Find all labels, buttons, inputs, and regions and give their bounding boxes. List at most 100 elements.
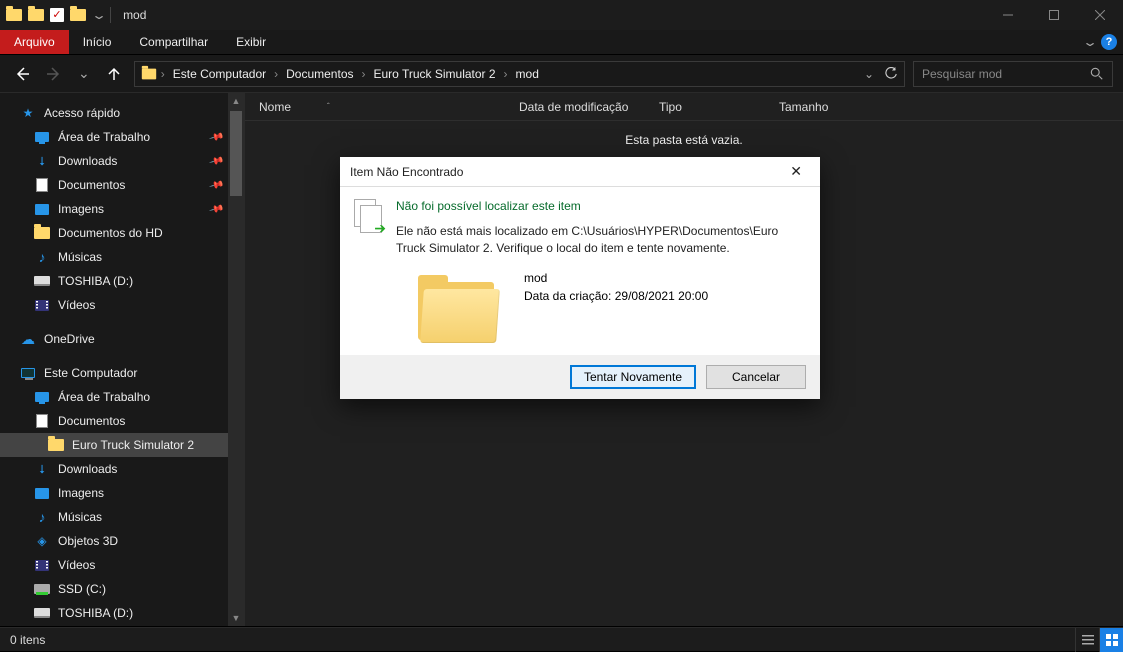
breadcrumb-item[interactable]: Este Computador [169,65,270,83]
search-input[interactable]: Pesquisar mod [913,61,1113,87]
sidebar-label: OneDrive [44,332,95,346]
sidebar-item-desktop[interactable]: Área de Trabalho [0,385,244,409]
sidebar-item-videos[interactable]: Vídeos [0,553,244,577]
sort-caret-icon: ˆ [327,102,330,111]
tab-view[interactable]: Exibir [222,30,280,54]
folder-icon[interactable] [70,9,86,21]
sidebar-item-images[interactable]: Imagens📌 [0,197,244,221]
address-bar[interactable]: › Este Computador › Documentos › Euro Tr… [134,61,905,87]
tab-home[interactable]: Início [69,30,126,54]
search-icon [1090,67,1104,81]
chevron-down-icon[interactable]: ⌄ [91,8,107,22]
scroll-up-icon[interactable]: ▲ [228,93,244,109]
drive-icon [34,273,50,289]
properties-icon[interactable]: ✓ [50,8,64,22]
sidebar-label: Downloads [58,154,117,168]
sidebar-label: SSD (C:) [58,582,106,596]
cancel-button[interactable]: Cancelar [706,365,806,389]
tab-file[interactable]: Arquivo [0,30,69,54]
sidebar-label: Este Computador [44,366,137,380]
sidebar-label: Documentos [58,414,125,428]
video-icon [34,557,50,573]
sidebar-item-docs-hd[interactable]: Documentos do HD [0,221,244,245]
sidebar-label: Downloads [58,462,117,476]
refresh-icon[interactable] [884,67,898,81]
drive-icon [34,605,50,621]
pc-icon [20,365,36,381]
scroll-thumb[interactable] [230,111,242,196]
col-header-name[interactable]: Nomeˆ [245,100,505,114]
forward-button[interactable] [42,62,66,86]
sidebar-item-videos[interactable]: Vídeos [0,293,244,317]
col-header-type[interactable]: Tipo [645,100,765,114]
sidebar-item-downloads[interactable]: ⭣Downloads📌 [0,149,244,173]
help-icon[interactable]: ? [1101,34,1117,50]
col-label: Data de modificação [519,100,628,114]
tab-share[interactable]: Compartilhar [125,30,222,54]
back-button[interactable] [10,62,34,86]
sidebar-label: Vídeos [58,298,95,312]
chevron-right-icon: › [274,67,278,81]
download-icon: ⭣ [34,461,50,477]
breadcrumb-item[interactable]: Documentos [282,65,357,83]
breadcrumb-item[interactable]: mod [512,65,543,83]
sidebar-label: TOSHIBA (D:) [58,606,133,620]
up-button[interactable] [102,62,126,86]
sidebar-item-toshiba[interactable]: TOSHIBA (D:) [0,269,244,293]
sidebar-item-images[interactable]: Imagens [0,481,244,505]
sidebar-item-music[interactable]: ♪Músicas [0,245,244,269]
folder-icon [34,225,50,241]
status-item-count: 0 itens [10,633,45,647]
navigation-bar: ⌄ › Este Computador › Documentos › Euro … [0,55,1123,93]
close-button[interactable] [1077,0,1123,30]
breadcrumb-item[interactable]: Euro Truck Simulator 2 [370,65,500,83]
sidebar-scrollbar[interactable]: ▲ ▼ [228,93,244,626]
sidebar-item-desktop[interactable]: Área de Trabalho📌 [0,125,244,149]
chevron-down-icon[interactable]: ⌄ [864,67,874,81]
dialog-title: Item Não Encontrado [350,165,463,179]
sidebar-item-toshiba[interactable]: TOSHIBA (D:) [0,601,244,625]
sidebar-item-this-pc[interactable]: Este Computador [0,361,244,385]
move-item-icon: ➔ [354,199,384,235]
folder-large-icon [418,275,498,345]
chevron-right-icon: › [161,67,165,81]
dialog-button-row: Tentar Novamente Cancelar [340,355,820,399]
maximize-button[interactable] [1031,0,1077,30]
dialog-close-button[interactable]: ✕ [782,159,810,184]
image-icon [34,485,50,501]
recent-locations-button[interactable]: ⌄ [74,61,94,86]
cloud-icon: ☁ [20,331,36,347]
view-details-button[interactable] [1075,628,1099,652]
folder-icon[interactable] [6,9,22,21]
sidebar-label: Músicas [58,250,102,264]
sidebar-item-ssd[interactable]: SSD (C:) [0,577,244,601]
sidebar-item-quick-access[interactable]: ★Acesso rápido [0,101,244,125]
folder-icon [142,68,156,79]
view-large-icons-button[interactable] [1099,628,1123,652]
dialog-item-name: mod [524,269,708,287]
ribbon-collapse-icon[interactable]: ⌄ [1082,35,1098,49]
col-header-date[interactable]: Data de modificação [505,100,645,114]
minimize-button[interactable] [985,0,1031,30]
sidebar-item-music[interactable]: ♪Músicas [0,505,244,529]
sidebar-label: Objetos 3D [58,534,118,548]
error-dialog: Item Não Encontrado ✕ ➔ Não foi possível… [340,157,820,399]
video-icon [34,297,50,313]
col-header-size[interactable]: Tamanho [765,100,865,114]
window-titlebar: ✓ ⌄ mod [0,0,1123,30]
pin-icon: 📌 [208,129,224,145]
sidebar-item-documents[interactable]: Documentos [0,409,244,433]
dialog-headline: Não foi possível localizar este item [396,199,806,213]
chevron-right-icon: › [362,67,366,81]
sidebar-item-3d-objects[interactable]: ◈Objetos 3D [0,529,244,553]
sidebar-item-onedrive[interactable]: ☁ OneDrive [0,327,244,351]
sidebar-item-downloads[interactable]: ⭣ Downloads [0,457,244,481]
scroll-down-icon[interactable]: ▼ [228,610,244,626]
sidebar-label: Acesso rápido [44,106,120,120]
sidebar-item-documents[interactable]: Documentos📌 [0,173,244,197]
retry-button[interactable]: Tentar Novamente [570,365,696,389]
sidebar-item-ets2[interactable]: Euro Truck Simulator 2 [0,433,244,457]
folder-icon[interactable] [28,9,44,21]
dialog-titlebar: Item Não Encontrado ✕ [340,157,820,187]
col-label: Tipo [659,100,682,114]
